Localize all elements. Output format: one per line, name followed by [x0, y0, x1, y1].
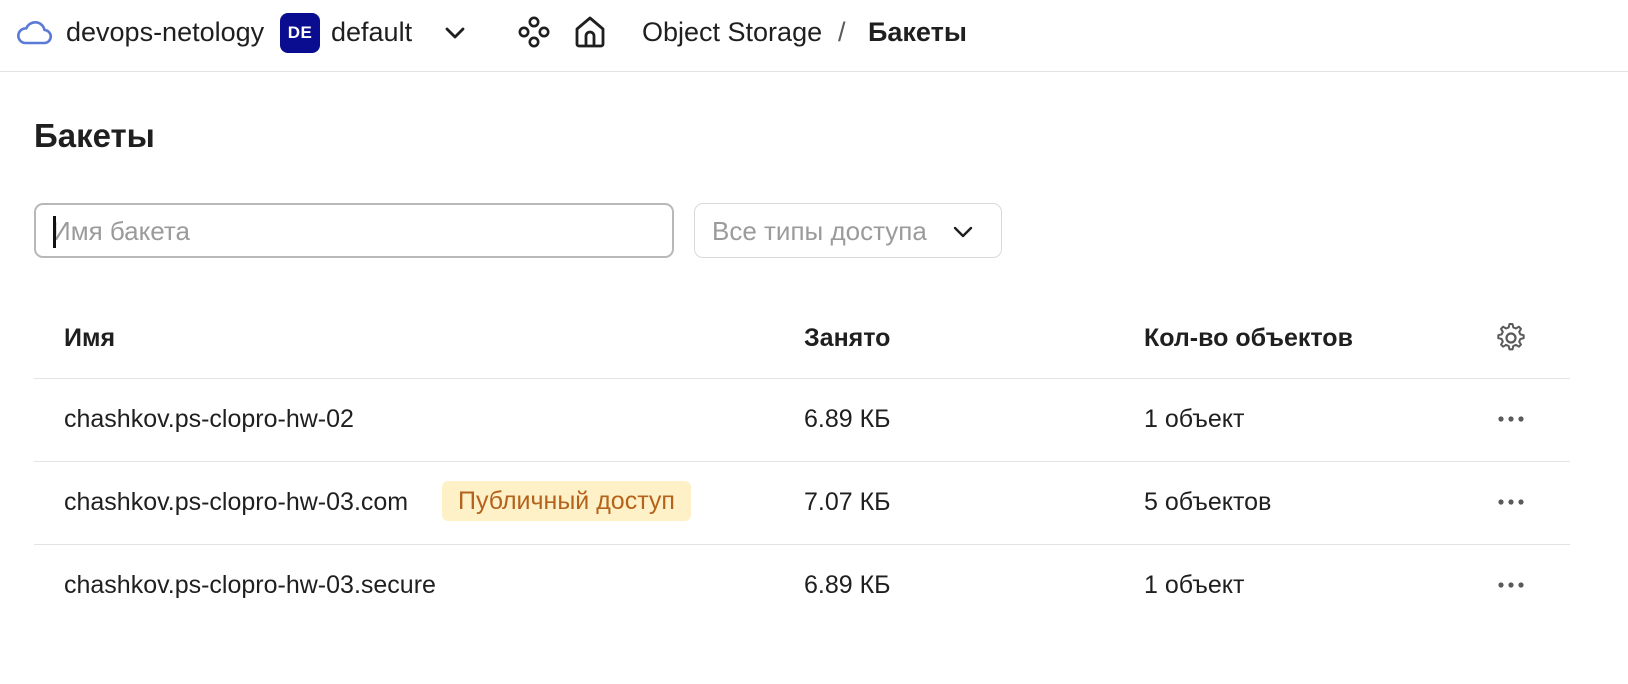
- bucket-object-count: 1 объект: [1144, 571, 1245, 599]
- table-header: Имя Занято Кол-во объектов: [34, 300, 1570, 379]
- more-actions-icon[interactable]: [1494, 490, 1528, 514]
- bucket-object-count: 1 объект: [1144, 405, 1245, 433]
- home-icon[interactable]: [572, 14, 608, 50]
- folder-avatar[interactable]: DE: [280, 13, 320, 53]
- column-header-size[interactable]: Занято: [804, 322, 890, 354]
- services-icon[interactable]: [516, 14, 552, 50]
- access-type-select-value: Все типы доступа: [712, 216, 927, 246]
- buckets-table: Имя Занято Кол-во объектов chashkov.ps-c…: [34, 300, 1570, 628]
- gear-icon[interactable]: [1494, 321, 1528, 355]
- bucket-size: 6.89 КБ: [804, 405, 891, 433]
- more-actions-icon[interactable]: [1494, 573, 1528, 597]
- bucket-name[interactable]: chashkov.ps-clopro-hw-03.secure: [64, 569, 436, 601]
- chevron-down-icon: [953, 226, 973, 238]
- bucket-size: 6.89 КБ: [804, 571, 891, 599]
- page-title: Бакеты: [34, 117, 155, 154]
- breadcrumb-current: Бакеты: [868, 17, 967, 47]
- table-row[interactable]: chashkov.ps-clopro-hw-03.secure 6.89 КБ …: [34, 545, 1570, 628]
- public-access-badge: Публичный доступ: [442, 481, 691, 521]
- top-bar: devops-netology DE default Object Storag…: [0, 0, 1628, 72]
- bucket-name[interactable]: chashkov.ps-clopro-hw-03.com: [64, 486, 408, 518]
- more-actions-icon[interactable]: [1494, 407, 1528, 431]
- table-row[interactable]: chashkov.ps-clopro-hw-03.com Публичный д…: [34, 462, 1570, 545]
- breadcrumb-separator: /: [838, 17, 846, 47]
- column-header-name[interactable]: Имя: [64, 322, 115, 354]
- access-type-select[interactable]: Все типы доступа: [694, 203, 1002, 258]
- breadcrumb-service[interactable]: Object Storage: [642, 16, 822, 48]
- chevron-down-icon[interactable]: [440, 20, 470, 46]
- column-header-count[interactable]: Кол-во объектов: [1144, 322, 1353, 354]
- bucket-search-field[interactable]: [34, 203, 674, 258]
- bucket-object-count: 5 объектов: [1144, 488, 1272, 516]
- folder-name[interactable]: default: [331, 16, 412, 48]
- bucket-name[interactable]: chashkov.ps-clopro-hw-02: [64, 403, 354, 435]
- cloud-name[interactable]: devops-netology: [66, 16, 264, 48]
- bucket-search-input[interactable]: [52, 213, 652, 249]
- cloud-icon: [17, 21, 52, 45]
- text-cursor: [53, 216, 56, 248]
- table-row[interactable]: chashkov.ps-clopro-hw-02 6.89 КБ 1 объек…: [34, 379, 1570, 462]
- bucket-size: 7.07 КБ: [804, 488, 891, 516]
